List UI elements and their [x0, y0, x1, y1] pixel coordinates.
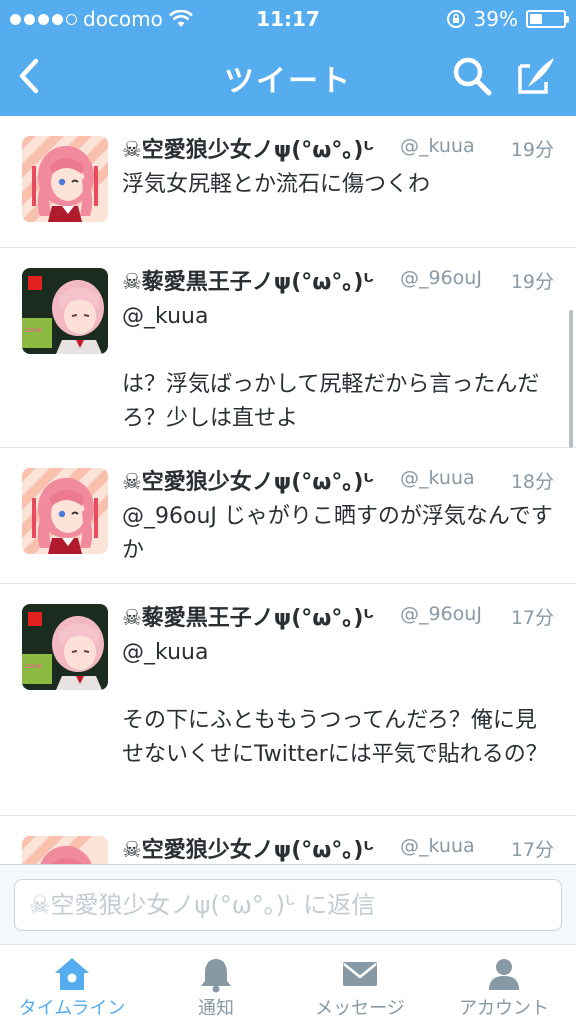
tweet-header: ☠藜愛黒王子ノψ(°ω°｡)ᒡ @_96ouJ 19分: [122, 264, 554, 298]
tweet-text: 浮気女尻軽とか流石に傷つくわ: [122, 172, 431, 197]
tweet-header: ☠空愛狼少女ノψ(°ω°｡)ᒡ @_kuua 18分: [122, 464, 554, 498]
reply-input[interactable]: ☠空愛狼少女ノψ(°ω°｡)ᒡ に返信: [14, 879, 562, 931]
user-handle[interactable]: @_kuua: [400, 835, 475, 857]
tweet-text: @_kuua その下にふとももうつってんだろ？俺に見せないくせにTwitterに…: [122, 640, 548, 767]
scrollbar[interactable]: [569, 310, 573, 448]
battery-icon: [526, 10, 569, 28]
tweet-time: 19分: [510, 139, 554, 161]
tab-account[interactable]: アカウント: [432, 945, 576, 1024]
user-handle[interactable]: @_kuua: [400, 135, 475, 157]
svg-text:Love: Love: [25, 326, 42, 334]
person-icon: [489, 959, 519, 990]
tab-notifications[interactable]: 通知: [144, 945, 288, 1024]
pink-hair-boy-avatar-icon: Love: [22, 268, 108, 354]
pink-hair-girl-avatar-icon: [22, 468, 108, 554]
search-icon[interactable]: [450, 54, 494, 98]
battery-status: 39%: [446, 7, 569, 31]
tweet-time: 18分: [510, 471, 554, 493]
home-icon: [55, 958, 89, 990]
svg-text:Love: Love: [25, 662, 42, 670]
tab-label: メッセージ: [315, 998, 405, 1019]
status-bar: docomo 11:17 39%: [0, 0, 576, 38]
avatar[interactable]: [22, 836, 108, 864]
pink-hair-girl-avatar-icon: [22, 136, 108, 222]
tweet-time: 19分: [510, 271, 554, 293]
tweet-item[interactable]: ☠空愛狼少女ノψ(°ω°｡)ᒡ @_kuua 17分: [0, 816, 576, 864]
battery-fill: [530, 14, 543, 24]
tweet-item[interactable]: ☠空愛狼少女ノψ(°ω°｡)ᒡ @_kuua 19分 浮気女尻軽とか流石に傷つく…: [0, 116, 576, 248]
tweet-timeline[interactable]: ☠空愛狼少女ノψ(°ω°｡)ᒡ @_kuua 19分 浮気女尻軽とか流石に傷つく…: [0, 116, 576, 864]
tab-label: アカウント: [459, 998, 549, 1019]
display-name[interactable]: ☠藜愛黒王子ノψ(°ω°｡)ᒡ: [122, 600, 374, 632]
display-name[interactable]: ☠空愛狼少女ノψ(°ω°｡)ᒡ: [122, 832, 374, 864]
user-handle[interactable]: @_kuua: [400, 467, 475, 489]
rotation-lock-icon: [446, 10, 465, 28]
envelope-icon: [343, 962, 377, 986]
compose-icon[interactable]: [514, 54, 558, 98]
tab-bar: タイムライン 通知 メッセージ アカウント: [0, 944, 576, 1024]
avatar[interactable]: [22, 136, 108, 222]
bell-icon: [201, 959, 231, 993]
tweet-text: @_96ouJ じゃがりこ晒すのが浮気なんですか: [122, 504, 553, 563]
avatar[interactable]: Love: [22, 268, 108, 354]
display-name[interactable]: ☠空愛狼少女ノψ(°ω°｡)ᒡ: [122, 132, 374, 164]
tweet-text: @_kuua は？浮気ばっかして尻軽だから言ったんだろ？少しは直せよ: [122, 304, 540, 431]
display-name[interactable]: ☠藜愛黒王子ノψ(°ω°｡)ᒡ: [122, 264, 374, 296]
pink-hair-girl-avatar-icon: [22, 836, 108, 864]
tweet-header: ☠空愛狼少女ノψ(°ω°｡)ᒡ @_kuua 17分: [122, 832, 554, 864]
navigation-bar: ツイート: [0, 38, 576, 116]
tweet-item[interactable]: Love ☠藜愛黒王子ノψ(°ω°｡)ᒡ @_96ouJ 19分 @_kuua …: [0, 248, 576, 448]
user-handle[interactable]: @_96ouJ: [400, 603, 482, 625]
user-handle[interactable]: @_96ouJ: [400, 267, 482, 289]
battery-percent: 39%: [473, 7, 518, 31]
top-bar: docomo 11:17 39% ツイート: [0, 0, 576, 116]
tweet-time: 17分: [510, 607, 554, 629]
tab-messages[interactable]: メッセージ: [288, 945, 432, 1024]
avatar[interactable]: [22, 468, 108, 554]
tweet-header: ☠空愛狼少女ノψ(°ω°｡)ᒡ @_kuua 19分: [122, 132, 554, 166]
tab-timeline[interactable]: タイムライン: [0, 945, 144, 1024]
avatar[interactable]: Love: [22, 604, 108, 690]
display-name[interactable]: ☠空愛狼少女ノψ(°ω°｡)ᒡ: [122, 464, 374, 496]
tweet-item[interactable]: Love ☠藜愛黒王子ノψ(°ω°｡)ᒡ @_96ouJ 17分 @_kuua …: [0, 584, 576, 816]
tweet-item[interactable]: ☠空愛狼少女ノψ(°ω°｡)ᒡ @_kuua 18分 @_96ouJ じゃがりこ…: [0, 448, 576, 584]
tab-label: 通知: [198, 998, 234, 1019]
tweet-header: ☠藜愛黒王子ノψ(°ω°｡)ᒡ @_96ouJ 17分: [122, 600, 554, 634]
reply-bar: ☠空愛狼少女ノψ(°ω°｡)ᒡ に返信: [0, 864, 576, 944]
tab-label: タイムライン: [18, 998, 126, 1019]
pink-hair-boy-avatar-icon: Love: [22, 604, 108, 690]
tweet-time: 17分: [510, 839, 554, 861]
